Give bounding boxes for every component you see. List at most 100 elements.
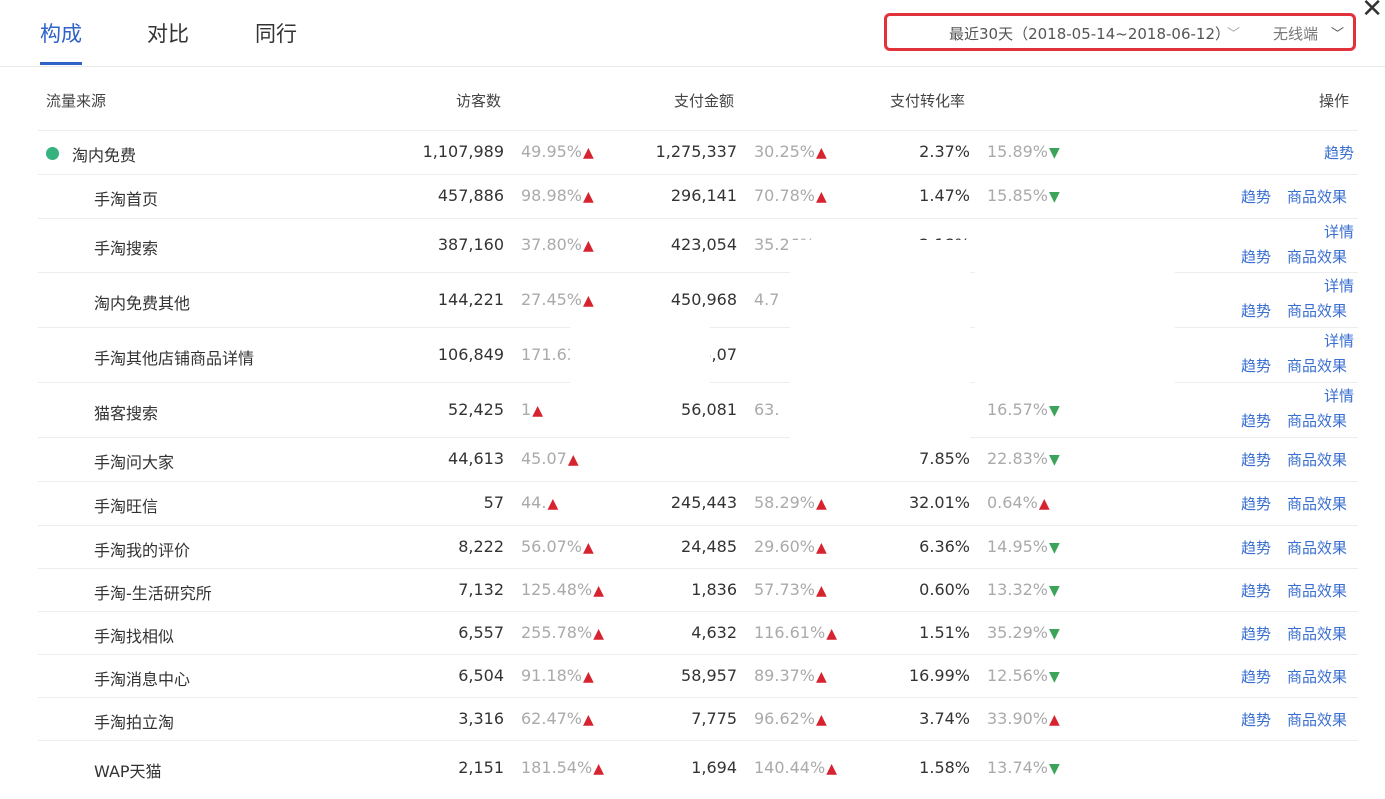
- date-range-select[interactable]: 最近30天（2018-05-14~2018-06-12）: [949, 23, 1230, 44]
- visitors-change-text: 27.45%: [521, 289, 583, 309]
- tab-composition[interactable]: 构成: [40, 18, 82, 48]
- visitors-value: 57: [483, 493, 504, 512]
- redaction-mask: [570, 320, 710, 395]
- conversion-change: 15.89%▼: [987, 142, 1060, 161]
- arrow-up-icon: ▲: [1049, 711, 1060, 728]
- trend-link[interactable]: 趋势: [1241, 246, 1271, 267]
- trend-link[interactable]: 趋势: [1241, 580, 1271, 601]
- product-effect-link[interactable]: 商品效果: [1287, 537, 1347, 558]
- visitors-change: 91.18%▲: [521, 666, 594, 685]
- arrow-up-icon: ▲: [583, 668, 594, 685]
- column-header-visitors[interactable]: 访客数: [456, 90, 501, 111]
- payment-change-text: 96.62%: [754, 708, 816, 728]
- source-name: 手淘-生活研究所: [94, 583, 212, 603]
- product-effect-link[interactable]: 商品效果: [1287, 186, 1347, 207]
- conversion-change-text: 35.29%: [987, 622, 1049, 642]
- trend-link[interactable]: 趋势: [1324, 142, 1354, 163]
- arrow-up-icon: ▲: [567, 452, 579, 468]
- payment-change-text: 57.73%: [754, 579, 816, 599]
- payment-change: 70.78%▲: [754, 186, 827, 205]
- conversion-change-text: 16.57%: [987, 399, 1049, 419]
- redaction-mask: [790, 240, 970, 440]
- visitors-change: 125.48%▲: [521, 580, 604, 599]
- payment-value: 4,632: [691, 622, 737, 642]
- tab-peers[interactable]: 同行: [255, 18, 297, 48]
- visitors-change: 255.78%▲: [521, 623, 604, 642]
- collapse-icon[interactable]: [46, 147, 59, 160]
- product-effect-link[interactable]: 商品效果: [1287, 623, 1347, 644]
- trend-link[interactable]: 趋势: [1241, 623, 1271, 644]
- product-effect-link[interactable]: 商品效果: [1287, 300, 1347, 321]
- trend-link[interactable]: 趋势: [1241, 300, 1271, 321]
- trend-link[interactable]: 趋势: [1241, 410, 1271, 431]
- tab-comparison[interactable]: 对比: [147, 18, 189, 48]
- product-effect-link[interactable]: 商品效果: [1287, 410, 1347, 431]
- product-effect-link[interactable]: 商品效果: [1287, 355, 1347, 376]
- payment-value: 245,443: [670, 493, 737, 512]
- payment-value: 296,141: [670, 186, 737, 205]
- device-select[interactable]: 无线端: [1273, 23, 1318, 44]
- conversion-change: 0.64%▲: [987, 493, 1050, 512]
- detail-link[interactable]: 详情: [1324, 275, 1354, 296]
- conversion-value: 6.36%: [919, 536, 970, 556]
- arrow-down-icon: ▼: [1049, 582, 1060, 599]
- source-name: 淘内免费: [72, 146, 137, 165]
- table-row: 手淘消息中心 6,504 91.18%▲ 58,957 89.37%▲ 16.99% 12.…: [38, 654, 1358, 698]
- visitors-change: 44.▲: [521, 493, 558, 512]
- source-name: 手淘消息中心: [94, 669, 191, 689]
- arrow-down-icon: ▼: [1049, 189, 1060, 205]
- arrow-up-icon: ▲: [816, 711, 827, 728]
- conversion-value: 0.60%: [919, 579, 970, 599]
- arrow-up-icon: ▲: [816, 189, 827, 205]
- conversion-change: 22.83%▼: [987, 449, 1060, 468]
- conversion-change-text: 33.90%: [987, 708, 1049, 728]
- active-tab-indicator: [40, 62, 82, 65]
- table-row: 手淘旺信 57 44.▲ 245,443 58.29%▲ 32.01% 0.64%▲ 趋势 商品…: [38, 481, 1358, 526]
- conversion-value: 3.74%: [919, 708, 970, 728]
- visitors-value: 8,222: [458, 536, 504, 556]
- payment-value: 450,968: [670, 289, 737, 309]
- payment-change: 30.25%▲: [754, 142, 827, 161]
- arrow-up-icon: ▲: [583, 189, 594, 205]
- product-effect-link[interactable]: 商品效果: [1287, 493, 1347, 514]
- product-effect-link[interactable]: 商品效果: [1287, 666, 1347, 687]
- conversion-change: 13.32%▼: [987, 580, 1060, 599]
- trend-link[interactable]: 趋势: [1241, 449, 1271, 470]
- trend-link[interactable]: 趋势: [1241, 186, 1271, 207]
- trend-link[interactable]: 趋势: [1241, 355, 1271, 376]
- product-effect-link[interactable]: 商品效果: [1287, 580, 1347, 601]
- trend-link[interactable]: 趋势: [1241, 537, 1271, 558]
- source-name: 淘内免费其他: [94, 293, 191, 313]
- payment-change-text: 116.61%: [754, 622, 826, 642]
- chevron-down-icon[interactable]: ﹀: [1227, 23, 1240, 42]
- arrow-down-icon: ▼: [1049, 625, 1060, 642]
- conversion-value: 16.99%: [908, 665, 970, 685]
- visitors-value: 2,151: [458, 757, 504, 777]
- trend-link[interactable]: 趋势: [1241, 709, 1271, 730]
- detail-link[interactable]: 详情: [1324, 385, 1354, 406]
- detail-link[interactable]: 详情: [1324, 330, 1354, 351]
- conversion-change: 12.56%▼: [987, 666, 1060, 685]
- detail-link[interactable]: 详情: [1324, 221, 1354, 242]
- source-name: 手淘拍立淘: [94, 712, 175, 732]
- arrow-up-icon: ▲: [583, 292, 594, 309]
- chevron-down-icon[interactable]: ﹀: [1331, 23, 1344, 42]
- conversion-value: 1.58%: [919, 757, 970, 777]
- table-row: 淘内免费 1,107,989 49.95%▲ 1,275,337 30.25%▲ 2.37…: [38, 130, 1358, 175]
- column-header-conversion[interactable]: 支付转化率: [890, 90, 965, 111]
- column-header-payment[interactable]: 支付金额: [674, 90, 734, 111]
- payment-change-text: 29.60%: [754, 536, 816, 556]
- product-effect-link[interactable]: 商品效果: [1287, 709, 1347, 730]
- product-effect-link[interactable]: 商品效果: [1287, 449, 1347, 470]
- visitors-change: 181.54%▲: [521, 758, 604, 777]
- trend-link[interactable]: 趋势: [1241, 666, 1271, 687]
- payment-value: 24,485: [681, 536, 737, 556]
- visitors-value: 387,160: [437, 235, 504, 254]
- trend-link[interactable]: 趋势: [1241, 493, 1271, 514]
- tab-bar: 构成 对比 同行 最近30天（2018-05-14~2018-06-12） ﹀ …: [0, 0, 1385, 67]
- arrow-up-icon: ▲: [593, 760, 604, 777]
- product-effect-link[interactable]: 商品效果: [1287, 246, 1347, 267]
- table-row: 手淘-生活研究所 7,132 125.48%▲ 1,836 57.73%▲ 0.60% 13…: [38, 568, 1358, 612]
- payment-change: 29.60%▲: [754, 537, 827, 556]
- visitors-change: 56.07%▲: [521, 537, 594, 556]
